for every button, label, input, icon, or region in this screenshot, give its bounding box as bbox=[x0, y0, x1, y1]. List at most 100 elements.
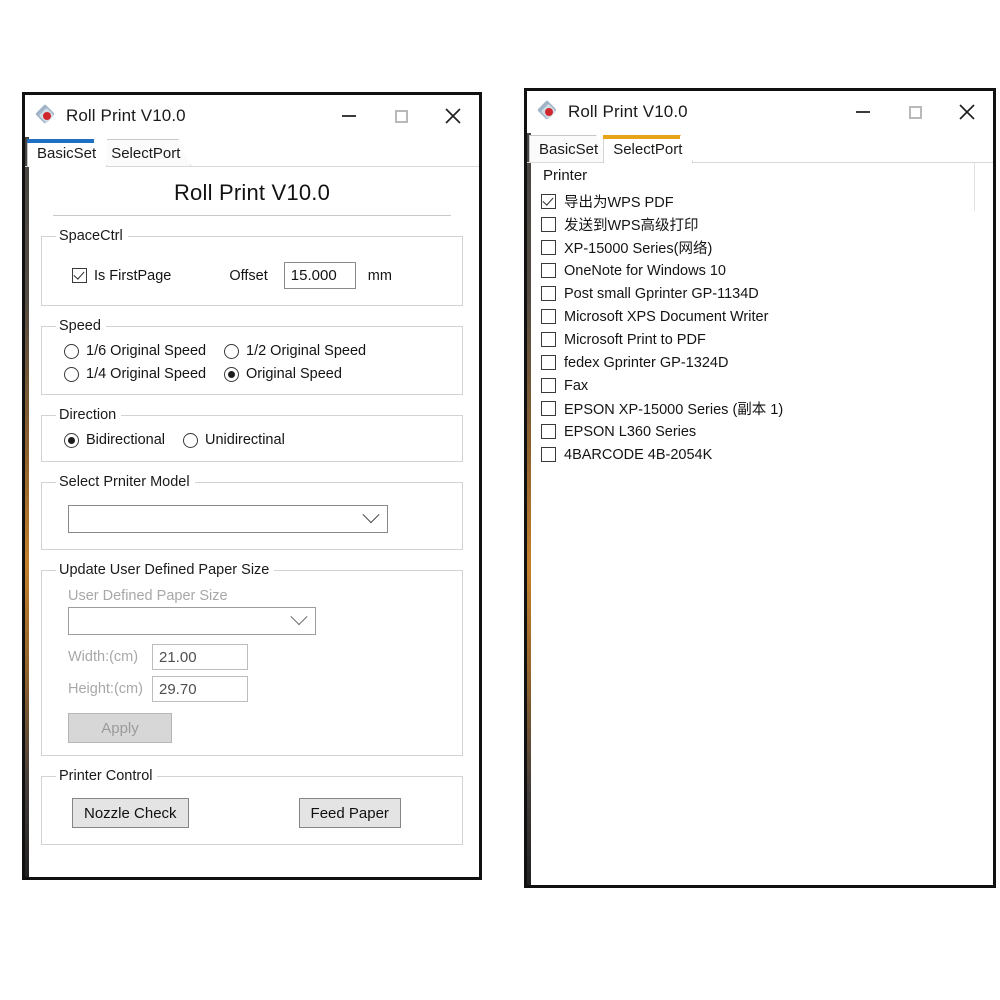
list-item[interactable]: Post small Gprinter GP-1134D bbox=[541, 282, 993, 305]
nozzle-check-button[interactable]: Nozzle Check bbox=[72, 798, 189, 828]
list-item[interactable]: Microsoft XPS Document Writer bbox=[541, 305, 993, 328]
right-caption-buttons bbox=[837, 91, 993, 133]
printer-label: 导出为WPS PDF bbox=[564, 195, 674, 211]
printer-checkbox[interactable] bbox=[541, 194, 556, 209]
group-spacectrl-legend: SpaceCtrl bbox=[59, 228, 123, 244]
right-window-titlebar: Roll Print V10.0 bbox=[527, 91, 993, 133]
tab-selectport[interactable]: SelectPort bbox=[101, 139, 192, 167]
maximize-icon bbox=[908, 105, 922, 119]
group-printer-control: Printer Control Nozzle Check Feed Paper bbox=[41, 768, 463, 845]
printer-label: fedex Gprinter GP-1324D bbox=[564, 354, 729, 371]
maximize-button[interactable] bbox=[375, 95, 427, 137]
radio-speed-1-2[interactable]: 1/2 Original Speed bbox=[224, 343, 450, 359]
offset-input[interactable]: 15.000 bbox=[283, 262, 356, 289]
width-label: Width:(cm) bbox=[68, 649, 139, 665]
diamond-app-icon bbox=[35, 104, 57, 126]
printer-checkbox[interactable] bbox=[541, 424, 556, 439]
printer-model-select[interactable] bbox=[68, 505, 388, 533]
list-item[interactable]: EPSON XP-15000 Series (副本 1) bbox=[541, 397, 993, 420]
is-firstpage-label: Is FirstPage bbox=[94, 267, 172, 284]
minimize-icon bbox=[856, 111, 870, 113]
printer-label: XP-15000 Series(网络) bbox=[564, 241, 713, 257]
radio-unidirectional-label: Unidirectinal bbox=[205, 432, 285, 448]
width-input[interactable]: 21.00 bbox=[152, 644, 248, 670]
group-paper-size-legend: Update User Defined Paper Size bbox=[59, 562, 270, 578]
right-window-title: Roll Print V10.0 bbox=[568, 102, 688, 121]
radio-speed-1-4-indicator bbox=[64, 366, 79, 382]
tab-basicset-label: BasicSet bbox=[37, 144, 97, 162]
group-printer-control-legend: Printer Control bbox=[59, 768, 153, 784]
list-item[interactable]: OneNote for Windows 10 bbox=[541, 259, 993, 282]
printer-label: Post small Gprinter GP-1134D bbox=[564, 285, 759, 302]
hero-title: Roll Print V10.0 bbox=[173, 180, 331, 205]
radio-speed-original[interactable]: Original Speed bbox=[224, 366, 450, 382]
feed-paper-button[interactable]: Feed Paper bbox=[298, 798, 401, 828]
tab-basicset[interactable]: BasicSet bbox=[27, 139, 108, 167]
printer-label: EPSON L360 Series bbox=[564, 423, 697, 440]
printer-checkbox[interactable] bbox=[541, 378, 556, 393]
apply-button[interactable]: Apply bbox=[68, 713, 172, 743]
list-item[interactable]: Fax bbox=[541, 374, 993, 397]
radio-speed-1-2-indicator bbox=[224, 343, 239, 359]
minimize-button[interactable] bbox=[837, 91, 889, 133]
list-item[interactable]: EPSON L360 Series bbox=[541, 420, 993, 443]
radio-bidirectional-indicator[interactable] bbox=[64, 432, 79, 448]
maximize-button[interactable] bbox=[889, 91, 941, 133]
list-item[interactable]: 导出为WPS PDF bbox=[541, 190, 993, 213]
printer-checkbox[interactable] bbox=[541, 217, 556, 232]
printer-label: Fax bbox=[564, 377, 589, 394]
radio-speed-1-2-label: 1/2 Original Speed bbox=[246, 343, 367, 359]
group-direction: Direction Bidirectional Unidirectinal bbox=[41, 407, 463, 462]
printer-label: OneNote for Windows 10 bbox=[564, 262, 726, 279]
is-firstpage-checkbox[interactable] bbox=[72, 268, 87, 283]
left-caption-buttons bbox=[323, 95, 479, 137]
printer-checkbox[interactable] bbox=[541, 447, 556, 462]
radio-speed-1-6[interactable]: 1/6 Original Speed bbox=[64, 343, 224, 359]
printer-checkbox[interactable] bbox=[541, 240, 556, 255]
radio-unidirectional-indicator[interactable] bbox=[183, 432, 198, 448]
width-row: Width:(cm) 21.00 bbox=[54, 644, 450, 676]
chevron-down-icon bbox=[362, 506, 380, 524]
offset-unit-label: mm bbox=[367, 267, 392, 284]
diamond-app-icon bbox=[537, 100, 559, 122]
hero-divider bbox=[53, 215, 451, 216]
spacectrl-row: Is FirstPage Offset 15.000 mm bbox=[54, 250, 450, 295]
paper-size-sub-label: User Defined Paper Size bbox=[68, 588, 228, 604]
list-item[interactable]: 发送到WPS高级打印 bbox=[541, 213, 993, 236]
printer-label: Microsoft XPS Document Writer bbox=[564, 308, 769, 325]
printer-checkbox[interactable] bbox=[541, 263, 556, 278]
left-tabstrip: BasicSet SelectPort bbox=[25, 137, 479, 167]
chevron-down-icon bbox=[290, 608, 308, 626]
list-item[interactable]: 4BARCODE 4B-2054K bbox=[541, 443, 993, 466]
radio-bidirectional-label: Bidirectional bbox=[86, 432, 165, 448]
tab-selectport-label: SelectPort bbox=[111, 144, 181, 162]
list-item[interactable]: XP-15000 Series(网络) bbox=[541, 236, 993, 259]
height-input[interactable]: 29.70 bbox=[152, 676, 248, 702]
radio-speed-1-4-label: 1/4 Original Speed bbox=[86, 366, 207, 382]
speed-options: 1/6 Original Speed 1/2 Original Speed 1/… bbox=[54, 340, 450, 384]
radio-speed-1-4[interactable]: 1/4 Original Speed bbox=[64, 366, 224, 382]
left-window-titlebar: Roll Print V10.0 bbox=[25, 95, 479, 137]
list-item[interactable]: Microsoft Print to PDF bbox=[541, 328, 993, 351]
paper-size-select[interactable] bbox=[68, 607, 316, 635]
close-icon bbox=[959, 104, 975, 120]
direction-options: Bidirectional Unidirectinal bbox=[54, 429, 450, 451]
close-button[interactable] bbox=[941, 91, 993, 133]
tab-selectport[interactable]: SelectPort bbox=[603, 135, 694, 163]
list-item[interactable]: fedex Gprinter GP-1324D bbox=[541, 351, 993, 374]
height-label: Height:(cm) bbox=[68, 681, 143, 697]
tab-selectport-label: SelectPort bbox=[613, 140, 683, 158]
printer-checkbox[interactable] bbox=[541, 286, 556, 301]
printer-checkbox[interactable] bbox=[541, 309, 556, 324]
group-select-printer-model: Select Prniter Model bbox=[41, 474, 463, 550]
roll-print-selectport-window: Roll Print V10.0 BasicSet SelectPort Pri… bbox=[524, 88, 996, 888]
tab-basicset[interactable]: BasicSet bbox=[529, 135, 610, 163]
printer-checkbox[interactable] bbox=[541, 355, 556, 370]
list-scroll-divider bbox=[974, 163, 975, 211]
minimize-button[interactable] bbox=[323, 95, 375, 137]
printer-checkbox[interactable] bbox=[541, 401, 556, 416]
right-tabstrip: BasicSet SelectPort bbox=[527, 133, 993, 163]
close-button[interactable] bbox=[427, 95, 479, 137]
radio-speed-1-6-indicator bbox=[64, 343, 79, 359]
printer-checkbox[interactable] bbox=[541, 332, 556, 347]
